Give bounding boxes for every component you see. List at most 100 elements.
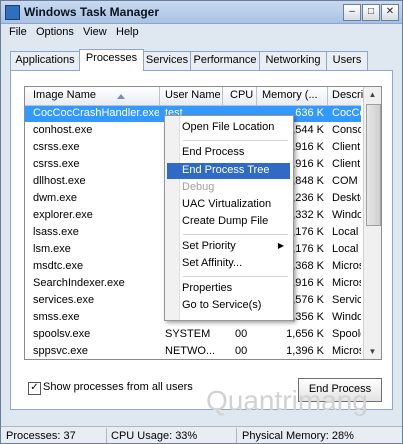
menu-item-label: End Process Tree — [182, 164, 270, 176]
column-header-cpu[interactable]: CPU — [230, 89, 253, 101]
cell-description: Local S — [332, 226, 361, 238]
menu-separator — [183, 276, 288, 277]
cell-image-name: conhost.exe — [33, 124, 93, 136]
header-divider — [159, 87, 160, 105]
cell-image-name: CocCocCrashHandler.exe — [33, 107, 159, 119]
scrollbar-thumb[interactable] — [366, 104, 381, 226]
cell-image-name: sppsvc.exe — [33, 345, 89, 357]
menu-go-to-services[interactable]: Go to Service(s) — [167, 298, 290, 314]
column-header-memory[interactable]: Memory (... — [262, 89, 318, 101]
tab-processes[interactable]: Processes — [79, 49, 144, 71]
cell-description: Windo — [332, 209, 361, 221]
cell-memory: 1,396 K — [286, 345, 324, 357]
menu-item-label: Set Affinity... — [182, 257, 243, 269]
task-manager-icon — [5, 5, 20, 20]
cell-description: Conso — [332, 124, 361, 136]
cell-image-name: lsm.exe — [33, 243, 71, 255]
cell-description: Local S — [332, 243, 361, 255]
menu-item-label: End Process — [182, 146, 245, 158]
menu-uac-virtualization[interactable]: UAC Virtualization — [167, 197, 290, 213]
cell-image-name: explorer.exe — [33, 209, 93, 221]
sort-ascending-icon — [117, 94, 125, 99]
cell-description: Windo — [332, 311, 361, 323]
vertical-scrollbar[interactable]: ▲ ▼ — [363, 87, 381, 359]
cell-description: Servic — [332, 294, 361, 306]
status-cpu-usage: CPU Usage: 33% — [111, 430, 198, 442]
cell-image-name: dwm.exe — [33, 192, 78, 204]
tab-services[interactable]: Services — [143, 51, 191, 70]
checkbox-box[interactable]: ✓ — [28, 382, 41, 395]
cell-description: Deskto — [332, 192, 361, 204]
cell-image-name: csrss.exe — [33, 141, 80, 153]
cell-description: Micros — [332, 277, 361, 289]
menu-item-label: Set Priority — [182, 240, 236, 252]
cell-image-name: spoolsv.exe — [33, 328, 91, 340]
menu-create-dump-file[interactable]: Create Dump File — [167, 214, 290, 230]
cell-image-name: SearchIndexer.exe — [33, 277, 125, 289]
scroll-down-icon[interactable]: ▼ — [365, 344, 380, 359]
menu-item-label: Create Dump File — [182, 215, 269, 227]
tab-strip: Applications Processes Services Performa… — [10, 49, 390, 71]
list-header: Image Name User Name CPU Memory (... Des… — [25, 87, 372, 106]
menu-end-process[interactable]: End Process — [167, 145, 290, 161]
menu-debug[interactable]: Debug — [167, 180, 290, 196]
cell-memory: 1,656 K — [286, 328, 324, 340]
menu-properties[interactable]: Properties — [167, 281, 290, 297]
menu-item-label: Open File Location — [182, 121, 275, 133]
tab-networking[interactable]: Networking — [259, 51, 327, 70]
cell-description: CocCoc — [332, 107, 361, 119]
watermark-text: Quantrimang — [206, 385, 368, 416]
cell-user-name: NETWO... — [165, 345, 216, 357]
show-all-users-label: Show processes from all users — [43, 381, 193, 393]
minimize-button[interactable]: – — [343, 4, 361, 21]
show-all-users-checkbox[interactable]: ✓ Show processes from all users — [28, 381, 193, 396]
cell-image-name: msdtc.exe — [33, 260, 84, 272]
menu-set-priority[interactable]: Set Priority ▶ — [167, 239, 290, 255]
column-header-user-name[interactable]: User Name — [165, 89, 221, 101]
submenu-arrow-icon: ▶ — [277, 241, 284, 250]
close-button[interactable]: ✕ — [381, 4, 399, 21]
table-row[interactable]: spoolsv.exe SYSTEM 00 1,656 K Spoole — [25, 327, 361, 343]
table-row[interactable]: sppsvc.exe NETWO... 00 1,396 K Micros — [25, 344, 361, 359]
cell-description: COM S — [332, 175, 361, 187]
title-bar[interactable]: Windows Task Manager – □ ✕ — [1, 1, 402, 24]
cell-description: Micros — [332, 345, 361, 357]
cell-image-name: smss.exe — [33, 311, 80, 323]
column-header-image-name[interactable]: Image Name — [33, 89, 96, 101]
tab-users[interactable]: Users — [326, 51, 368, 70]
tab-applications[interactable]: Applications — [10, 51, 80, 70]
cell-description: Client — [332, 158, 361, 170]
cell-description: Client — [332, 141, 361, 153]
status-divider — [236, 428, 237, 443]
scroll-up-icon[interactable]: ▲ — [365, 87, 380, 102]
cell-cpu: 00 — [235, 345, 248, 357]
menu-options[interactable]: Options — [36, 26, 74, 38]
menu-set-affinity[interactable]: Set Affinity... — [167, 256, 290, 272]
menu-separator — [183, 234, 288, 235]
header-divider — [327, 87, 328, 105]
cell-image-name: services.exe — [33, 294, 95, 306]
menu-bar: File Options View Help — [1, 24, 402, 42]
menu-item-label: UAC Virtualization — [182, 198, 272, 210]
status-processes: Processes: 37 — [6, 430, 76, 442]
cell-cpu: 00 — [235, 328, 248, 340]
cell-description: Micros — [332, 260, 361, 272]
header-divider — [222, 87, 223, 105]
menu-help[interactable]: Help — [116, 26, 139, 38]
cell-image-name: csrss.exe — [33, 158, 80, 170]
status-bar: Processes: 37 CPU Usage: 33% Physical Me… — [1, 426, 402, 443]
context-menu: Open File Location End Process End Proce… — [164, 115, 294, 321]
window-title: Windows Task Manager — [24, 5, 160, 19]
tab-performance[interactable]: Performance — [190, 51, 260, 70]
maximize-button[interactable]: □ — [362, 4, 380, 21]
menu-file[interactable]: File — [9, 26, 27, 38]
cell-user-name: SYSTEM — [165, 328, 211, 340]
menu-separator — [183, 140, 288, 141]
status-divider — [106, 428, 107, 443]
menu-view[interactable]: View — [83, 26, 107, 38]
cell-image-name: lsass.exe — [33, 226, 79, 238]
menu-item-label: Properties — [182, 282, 233, 294]
menu-open-file-location[interactable]: Open File Location — [167, 120, 290, 136]
menu-end-process-tree[interactable]: End Process Tree — [167, 163, 290, 179]
menu-item-label: Debug — [182, 181, 215, 193]
